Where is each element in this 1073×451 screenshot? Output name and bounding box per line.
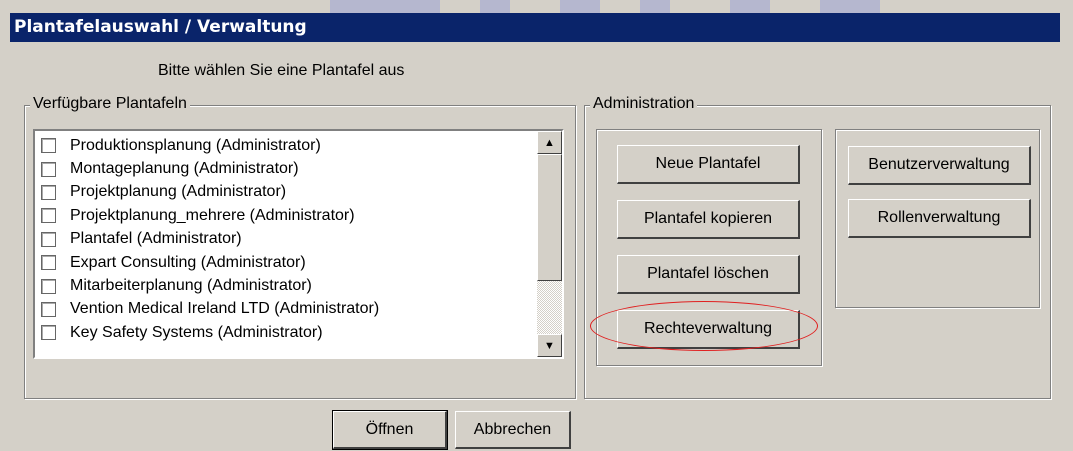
list-item-label: Montageplanung (Administrator) — [70, 160, 299, 178]
list-item-label: Expart Consulting (Administrator) — [70, 253, 306, 271]
rights-management-button[interactable]: Rechteverwaltung — [617, 310, 800, 349]
list-item[interactable]: Produktionsplanung (Administrator) — [35, 134, 531, 157]
new-board-button[interactable]: Neue Plantafel — [617, 145, 800, 184]
list-item[interactable]: Plantafel (Administrator) — [35, 228, 531, 251]
user-management-button[interactable]: Benutzerverwaltung — [848, 146, 1031, 185]
list-scrollbar[interactable]: ▲ ▼ — [537, 131, 562, 357]
delete-board-button[interactable]: Plantafel löschen — [617, 255, 800, 294]
checkbox[interactable] — [41, 301, 56, 317]
scroll-up-button[interactable]: ▲ — [537, 131, 562, 154]
checkbox[interactable] — [41, 208, 56, 224]
list-item-label: Projektplanung (Administrator) — [70, 183, 287, 201]
list-item-label: Produktionsplanung (Administrator) — [70, 136, 321, 154]
list-item-label: Plantafel (Administrator) — [70, 230, 242, 248]
plantafel-list[interactable]: Produktionsplanung (Administrator) Montag… — [33, 129, 564, 359]
scroll-down-arrow-icon: ▼ — [544, 339, 555, 352]
dialog-window: Plantafelauswahl / Verwaltung Bitte wähl… — [0, 0, 1073, 451]
checkbox[interactable] — [41, 161, 56, 177]
list-item[interactable]: Mitarbeiterplanung (Administrator) — [35, 274, 531, 297]
list-item[interactable]: Montageplanung (Administrator) — [35, 157, 531, 180]
list-item[interactable]: Key Safety Systems (Administrator) — [35, 321, 531, 344]
checkbox[interactable] — [41, 231, 56, 247]
copy-board-button[interactable]: Plantafel kopieren — [617, 200, 800, 239]
list-item-label: Projektplanung_mehrere (Administrator) — [70, 206, 355, 224]
list-item[interactable]: Expart Consulting (Administrator) — [35, 251, 531, 274]
checkbox[interactable] — [41, 278, 56, 294]
administration-label: Administration — [590, 95, 698, 113]
role-management-button[interactable]: Rollenverwaltung — [848, 199, 1031, 238]
plantafel-list-items: Produktionsplanung (Administrator) Montag… — [35, 134, 531, 345]
list-item-label: Key Safety Systems (Administrator) — [70, 323, 323, 341]
list-item[interactable]: Projektplanung_mehrere (Administrator) — [35, 204, 531, 227]
scroll-down-button[interactable]: ▼ — [537, 334, 562, 357]
open-button[interactable]: Öffnen — [332, 410, 448, 450]
scroll-up-arrow-icon: ▲ — [544, 136, 555, 149]
list-item[interactable]: Projektplanung (Administrator) — [35, 181, 531, 204]
window-title: Plantafelauswahl / Verwaltung — [10, 13, 1060, 42]
available-boards-label: Verfügbare Plantafeln — [30, 95, 190, 113]
dialog-client-area: Bitte wählen Sie eine Plantafel aus Verf… — [10, 42, 1060, 451]
list-item-label: Mitarbeiterplanung (Administrator) — [70, 277, 312, 295]
checkbox[interactable] — [41, 255, 56, 271]
checkbox[interactable] — [41, 184, 56, 200]
list-item[interactable]: Vention Medical Ireland LTD (Administrat… — [35, 298, 531, 321]
list-item-label: Vention Medical Ireland LTD (Administrat… — [70, 300, 380, 318]
instruction-text: Bitte wählen Sie eine Plantafel aus — [158, 62, 405, 79]
checkbox[interactable] — [41, 138, 56, 154]
cancel-button[interactable]: Abbrechen — [455, 411, 571, 449]
scroll-thumb[interactable] — [537, 154, 562, 281]
checkbox[interactable] — [41, 325, 56, 341]
